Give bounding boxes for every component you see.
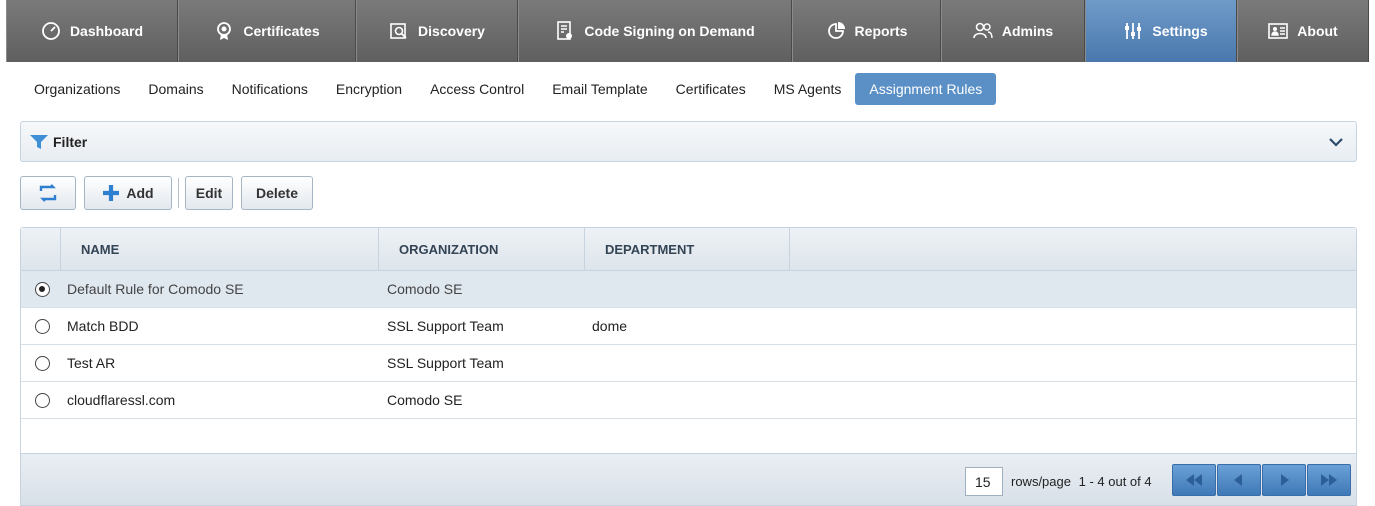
refresh-button[interactable] xyxy=(20,176,76,210)
last-page-icon xyxy=(1321,474,1337,486)
rows-per-page-input[interactable]: 15 xyxy=(965,467,1003,496)
add-button[interactable]: Add xyxy=(84,176,172,210)
table-row[interactable]: cloudflaressl.com Comodo SE xyxy=(21,382,1356,419)
range-text: 1 - 4 out of 4 xyxy=(1078,474,1152,489)
tab-label: Admins xyxy=(1001,23,1054,39)
subnav-organizations[interactable]: Organizations xyxy=(20,73,134,105)
next-page-button[interactable] xyxy=(1262,464,1306,496)
top-navigation: Dashboard Certificates Discovery Code Si… xyxy=(6,0,1369,62)
dashboard-icon xyxy=(41,21,61,41)
refresh-icon xyxy=(38,184,58,202)
filter-label: Filter xyxy=(53,133,88,150)
plus-icon xyxy=(102,184,120,202)
settings-subnav: Organizations Domains Notifications Encr… xyxy=(20,72,997,106)
last-page-button[interactable] xyxy=(1307,464,1351,496)
subnav-assignment-rules[interactable]: Assignment Rules xyxy=(855,73,997,105)
rule-name: Default Rule for Comodo SE xyxy=(67,281,244,297)
table-row[interactable]: Default Rule for Comodo SE Comodo SE xyxy=(21,271,1356,308)
rule-department: dome xyxy=(592,318,628,334)
table-row[interactable]: Test AR SSL Support Team xyxy=(21,345,1356,382)
tab-admins[interactable]: Admins xyxy=(941,0,1085,62)
rule-organization: SSL Support Team xyxy=(387,318,504,334)
tab-label: Dashboard xyxy=(69,23,144,39)
tab-label: Reports xyxy=(854,23,908,39)
rule-name: Test AR xyxy=(67,355,116,371)
filter-bar[interactable]: Filter xyxy=(20,121,1357,162)
row-radio[interactable] xyxy=(35,318,50,334)
row-radio[interactable] xyxy=(35,392,50,408)
column-header-name[interactable]: NAME xyxy=(61,228,379,271)
table-header: NAME ORGANIZATION DEPARTMENT xyxy=(21,228,1356,271)
rule-organization: SSL Support Team xyxy=(387,355,504,371)
tab-discovery[interactable]: Discovery xyxy=(356,0,518,62)
reports-icon xyxy=(826,21,846,41)
tab-label: Settings xyxy=(1152,23,1208,39)
toolbar: Add Edit Delete xyxy=(20,176,313,210)
subnav-access-control[interactable]: Access Control xyxy=(416,73,538,105)
first-page-icon xyxy=(1186,474,1202,486)
tab-certificates[interactable]: Certificates xyxy=(178,0,356,62)
add-label: Add xyxy=(126,185,154,201)
discovery-icon xyxy=(389,21,409,41)
settings-icon xyxy=(1123,21,1143,41)
tab-label: Certificates xyxy=(243,23,320,39)
row-radio[interactable] xyxy=(35,355,50,371)
first-page-button[interactable] xyxy=(1172,464,1216,496)
subnav-notifications[interactable]: Notifications xyxy=(218,73,322,105)
row-radio[interactable] xyxy=(35,281,50,297)
rule-name: Match BDD xyxy=(67,318,139,334)
subnav-domains[interactable]: Domains xyxy=(134,73,217,105)
pagination-bar: 15 rows/page 1 - 4 out of 4 xyxy=(21,453,1356,505)
filter-icon xyxy=(29,134,49,150)
rule-organization: Comodo SE xyxy=(387,392,463,408)
subnav-ms-agents[interactable]: MS Agents xyxy=(760,73,856,105)
tab-settings[interactable]: Settings xyxy=(1085,0,1237,62)
column-header-organization[interactable]: ORGANIZATION xyxy=(379,228,585,271)
admins-icon xyxy=(973,21,993,41)
tab-reports[interactable]: Reports xyxy=(792,0,941,62)
subnav-certificates[interactable]: Certificates xyxy=(662,73,760,105)
tab-dashboard[interactable]: Dashboard xyxy=(6,0,178,62)
subnav-encryption[interactable]: Encryption xyxy=(322,73,416,105)
rule-name: cloudflaressl.com xyxy=(67,392,176,408)
subnav-email-template[interactable]: Email Template xyxy=(538,73,661,105)
tab-label: Code Signing on Demand xyxy=(584,23,755,39)
toolbar-divider xyxy=(178,178,179,208)
delete-button[interactable]: Delete xyxy=(241,176,313,210)
pagination-status: rows/page 1 - 4 out of 4 xyxy=(1011,474,1152,489)
code-signing-icon xyxy=(555,21,575,41)
tab-label: About xyxy=(1297,23,1338,39)
tab-code-signing-on-demand[interactable]: Code Signing on Demand xyxy=(518,0,792,62)
previous-page-button[interactable] xyxy=(1217,464,1261,496)
next-page-icon xyxy=(1281,474,1289,486)
select-column-header xyxy=(21,228,61,271)
rule-organization: Comodo SE xyxy=(387,281,463,297)
certificate-icon xyxy=(214,21,234,41)
tab-label: Discovery xyxy=(418,23,485,39)
chevron-down-icon[interactable] xyxy=(1328,134,1344,150)
table-row[interactable]: Match BDD SSL Support Team dome xyxy=(21,308,1356,345)
column-header-department[interactable]: DEPARTMENT xyxy=(585,228,790,271)
tab-about[interactable]: About xyxy=(1237,0,1369,62)
rows-per-page-label: rows/page xyxy=(1011,474,1071,489)
assignment-rules-table: NAME ORGANIZATION DEPARTMENT Default Rul… xyxy=(20,227,1357,506)
edit-button[interactable]: Edit xyxy=(185,176,233,210)
previous-page-icon xyxy=(1234,474,1242,486)
about-icon xyxy=(1268,21,1289,41)
